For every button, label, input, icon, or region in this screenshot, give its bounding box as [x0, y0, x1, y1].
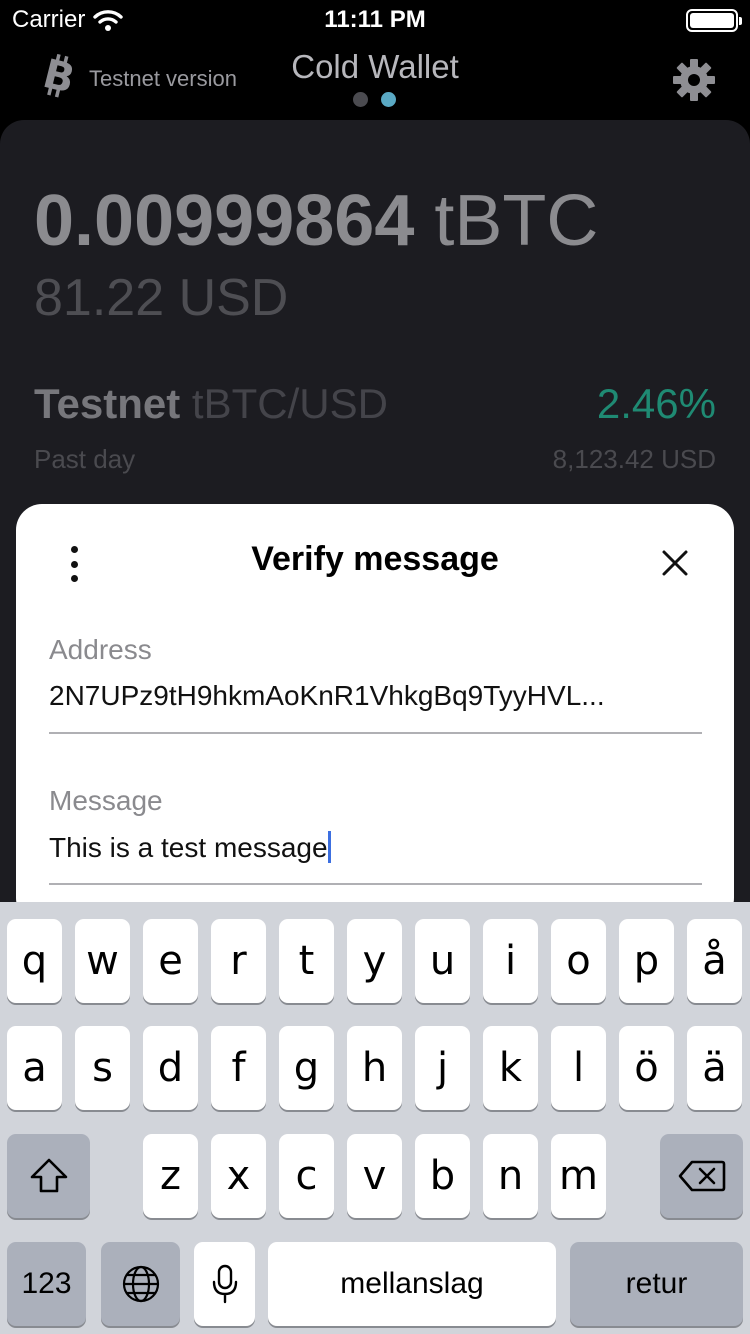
- key-a-ring[interactable]: å: [687, 919, 742, 1003]
- balance-amount: 0.00999864: [34, 181, 415, 261]
- key-v[interactable]: v: [347, 1134, 402, 1218]
- key-j[interactable]: j: [415, 1026, 470, 1110]
- message-field[interactable]: This is a test message: [49, 831, 689, 864]
- balance-unit: tBTC: [434, 181, 599, 261]
- change-period: Past day: [34, 444, 136, 474]
- key-h[interactable]: h: [347, 1026, 402, 1110]
- key-s[interactable]: s: [75, 1026, 130, 1110]
- pair-network: Testnet: [34, 380, 181, 427]
- close-icon[interactable]: [660, 548, 690, 578]
- battery-icon: [686, 9, 742, 32]
- key-q[interactable]: q: [7, 919, 62, 1003]
- key-a-umlaut[interactable]: ä: [687, 1026, 742, 1110]
- key-r[interactable]: r: [211, 919, 266, 1003]
- status-time: 11:11 PM: [324, 6, 426, 33]
- settings-gear-icon[interactable]: [672, 58, 716, 102]
- key-x[interactable]: x: [211, 1134, 266, 1218]
- key-k[interactable]: k: [483, 1026, 538, 1110]
- key-d[interactable]: d: [143, 1026, 198, 1110]
- address-label: Address: [49, 634, 152, 665]
- backspace-icon: [678, 1160, 725, 1192]
- key-n[interactable]: n: [483, 1134, 538, 1218]
- key-u[interactable]: u: [415, 919, 470, 1003]
- shift-icon: [30, 1158, 67, 1193]
- message-underline: [49, 883, 702, 885]
- globe-key[interactable]: [101, 1242, 180, 1326]
- microphone-icon: [212, 1264, 237, 1304]
- key-a[interactable]: a: [7, 1026, 62, 1110]
- key-o-umlaut[interactable]: ö: [619, 1026, 674, 1110]
- page-indicator[interactable]: [353, 92, 396, 107]
- message-label: Message: [49, 785, 163, 816]
- status-bar: Carrier 11:11 PM: [0, 0, 750, 40]
- balance: 0.00999864 tBTC: [34, 180, 598, 262]
- key-o[interactable]: o: [551, 919, 606, 1003]
- verify-message-modal: Verify message Address 2N7UPz9tH9hkmAoKn…: [16, 504, 734, 924]
- key-w[interactable]: w: [75, 919, 130, 1003]
- pair-symbol: tBTC/USD: [191, 380, 388, 427]
- key-p[interactable]: p: [619, 919, 674, 1003]
- key-b[interactable]: b: [415, 1134, 470, 1218]
- address-underline: [49, 732, 702, 734]
- key-m[interactable]: m: [551, 1134, 606, 1218]
- text-caret: [327, 831, 331, 863]
- key-z[interactable]: z: [143, 1134, 198, 1218]
- backspace-key[interactable]: [660, 1134, 743, 1218]
- message-text: This is a test message: [49, 832, 328, 863]
- app-header: B Testnet version Cold Wallet: [0, 40, 750, 120]
- page-dot-2[interactable]: [381, 92, 396, 107]
- market-pair: Testnet tBTC/USD: [34, 380, 388, 428]
- key-f[interactable]: f: [211, 1026, 266, 1110]
- shift-key[interactable]: [7, 1134, 90, 1218]
- modal-title: Verify message: [251, 540, 499, 578]
- dictation-key[interactable]: [194, 1242, 255, 1326]
- address-field[interactable]: 2N7UPz9tH9hkmAoKnR1VhkgBq9TyyHVL...: [49, 680, 689, 712]
- globe-icon: [122, 1265, 159, 1303]
- fiat-balance: 81.22 USD: [34, 269, 289, 327]
- market-price: 8,123.42 USD: [552, 444, 716, 474]
- numbers-key[interactable]: 123: [7, 1242, 86, 1326]
- price-change: 2.46%: [596, 380, 716, 427]
- key-c[interactable]: c: [279, 1134, 334, 1218]
- return-key[interactable]: retur: [570, 1242, 743, 1326]
- keyboard: q w e r t y u i o p å a s d f g h j k l …: [0, 902, 750, 1334]
- wallet-title[interactable]: Cold Wallet: [0, 48, 750, 86]
- key-l[interactable]: l: [551, 1026, 606, 1110]
- key-e[interactable]: e: [143, 919, 198, 1003]
- key-i[interactable]: i: [483, 919, 538, 1003]
- key-y[interactable]: y: [347, 919, 402, 1003]
- page-dot-1[interactable]: [353, 92, 368, 107]
- key-g[interactable]: g: [279, 1026, 334, 1110]
- space-key[interactable]: mellanslag: [268, 1242, 556, 1326]
- key-t[interactable]: t: [279, 919, 334, 1003]
